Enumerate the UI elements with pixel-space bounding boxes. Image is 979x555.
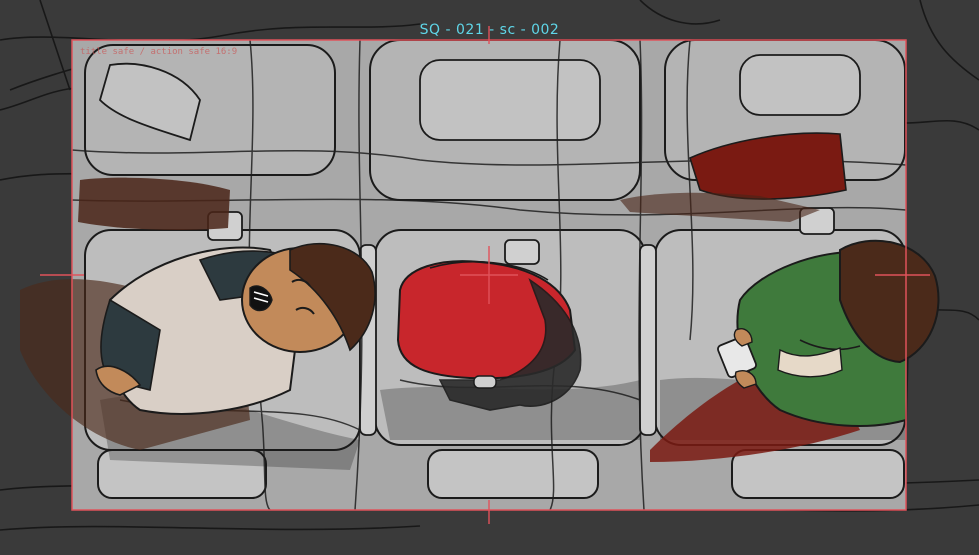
storyboard-panel bbox=[0, 0, 979, 551]
scene-label: SQ - 021 - sc - 002 bbox=[419, 22, 560, 38]
storyboard-frame: title safe / action safe 16:9 SQ - 021 -… bbox=[0, 0, 979, 551]
safe-area-label: title safe / action safe 16:9 bbox=[80, 47, 238, 57]
